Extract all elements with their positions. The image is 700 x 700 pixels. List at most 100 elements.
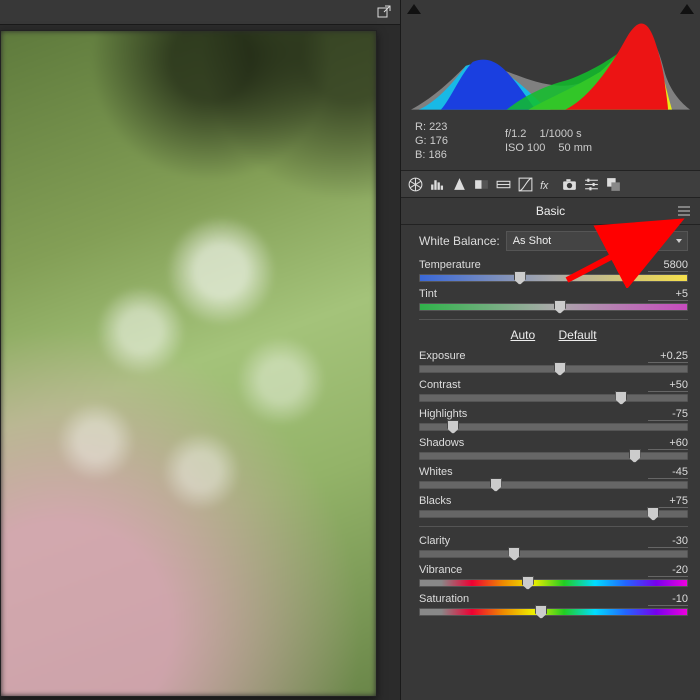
image-preview[interactable] <box>1 31 376 696</box>
app-root: R: 223 G: 176 B: 186 f/1.2 1/1000 s ISO … <box>0 0 700 700</box>
b-label: B: <box>415 149 425 161</box>
default-button[interactable]: Default <box>559 328 597 342</box>
temperature-value[interactable]: 5800 <box>648 259 688 272</box>
panel-menu-icon[interactable] <box>678 205 690 215</box>
saturation-label: Saturation <box>419 593 469 606</box>
shadows-label: Shadows <box>419 437 464 450</box>
g-label: G: <box>415 135 427 147</box>
contrast-track[interactable] <box>419 394 688 402</box>
highlights-handle[interactable] <box>447 420 459 434</box>
divider <box>419 319 688 320</box>
temperature-handle[interactable] <box>514 271 526 285</box>
aperture-value: f/1.2 <box>505 128 526 140</box>
shadows-value[interactable]: +60 <box>648 437 688 450</box>
basic-panel-title[interactable]: Basic <box>401 198 700 225</box>
aperture-icon[interactable] <box>407 176 424 193</box>
saturation-value[interactable]: -10 <box>648 593 688 606</box>
iso-value: ISO 100 <box>505 142 545 154</box>
divider <box>419 526 688 527</box>
preview-topbar <box>0 0 400 25</box>
r-label: R: <box>415 121 426 133</box>
vibrance-value[interactable]: -20 <box>648 564 688 577</box>
vibrance-label: Vibrance <box>419 564 462 577</box>
white-balance-select[interactable]: As Shot <box>506 231 688 251</box>
blacks-label: Blacks <box>419 495 451 508</box>
contrast-handle[interactable] <box>615 391 627 405</box>
whites-label: Whites <box>419 466 453 479</box>
lut-icon[interactable] <box>495 176 512 193</box>
tonecurve-icon[interactable] <box>517 176 534 193</box>
highlights-value[interactable]: -75 <box>648 408 688 421</box>
camera-icon[interactable] <box>561 176 578 193</box>
highlight-clip-indicator[interactable] <box>680 4 694 14</box>
tint-handle[interactable] <box>554 300 566 314</box>
inspector: R: 223 G: 176 B: 186 f/1.2 1/1000 s ISO … <box>400 0 700 700</box>
shutter-value: 1/1000 s <box>539 128 581 140</box>
exposure-track[interactable] <box>419 365 688 373</box>
shadows-slider: Shadows +60 <box>419 437 688 460</box>
whites-track[interactable] <box>419 481 688 489</box>
basic-panel-body: White Balance: As Shot Temperature 5800 … <box>401 225 700 624</box>
vibrance-track[interactable] <box>419 579 688 587</box>
contrast-value[interactable]: +50 <box>648 379 688 392</box>
auto-default-row: Auto Default <box>419 328 688 342</box>
vibrance-slider: Vibrance -20 <box>419 564 688 587</box>
saturation-slider: Saturation -10 <box>419 593 688 616</box>
clarity-slider: Clarity -30 <box>419 535 688 558</box>
histogram-panel <box>401 0 700 116</box>
white-balance-row: White Balance: As Shot <box>419 231 688 251</box>
r-value: 223 <box>429 121 447 133</box>
info-readout: R: 223 G: 176 B: 186 f/1.2 1/1000 s ISO … <box>401 116 700 171</box>
sharpen-icon[interactable] <box>451 176 468 193</box>
histogram-icon[interactable] <box>429 176 446 193</box>
shadows-handle[interactable] <box>629 449 641 463</box>
saturation-handle[interactable] <box>535 605 547 619</box>
exposure-handle[interactable] <box>554 362 566 376</box>
shadow-clip-indicator[interactable] <box>407 4 421 14</box>
temperature-slider: Temperature 5800 <box>419 259 688 282</box>
clarity-label: Clarity <box>419 535 450 548</box>
blacks-handle[interactable] <box>647 507 659 521</box>
contrast-slider: Contrast +50 <box>419 379 688 402</box>
vibrance-handle[interactable] <box>522 576 534 590</box>
export-icon[interactable] <box>376 4 392 20</box>
blacks-value[interactable]: +75 <box>648 495 688 508</box>
fx-icon[interactable]: fx <box>539 176 556 193</box>
toolstrip: fx <box>401 171 700 198</box>
histogram[interactable] <box>411 14 690 110</box>
whites-value[interactable]: -45 <box>648 466 688 479</box>
white-balance-value: As Shot <box>513 235 552 247</box>
exposure-slider: Exposure +0.25 <box>419 350 688 373</box>
tint-track[interactable] <box>419 303 688 311</box>
temperature-label: Temperature <box>419 259 481 272</box>
auto-button[interactable]: Auto <box>510 328 535 342</box>
g-value: 176 <box>430 135 448 147</box>
preview-pane <box>0 0 400 700</box>
b-value: 186 <box>428 149 446 161</box>
blacks-track[interactable] <box>419 510 688 518</box>
temperature-track[interactable] <box>419 274 688 282</box>
tint-slider: Tint +5 <box>419 288 688 311</box>
gradient-icon[interactable] <box>473 176 490 193</box>
tint-label: Tint <box>419 288 437 301</box>
white-balance-label: White Balance: <box>419 234 500 248</box>
clarity-track[interactable] <box>419 550 688 558</box>
image-frame <box>0 30 377 697</box>
contrast-label: Contrast <box>419 379 461 392</box>
saturation-track[interactable] <box>419 608 688 616</box>
sliders-icon[interactable] <box>583 176 600 193</box>
tint-value[interactable]: +5 <box>648 288 688 301</box>
overlap-icon[interactable] <box>605 176 622 193</box>
clarity-value[interactable]: -30 <box>648 535 688 548</box>
svg-text:fx: fx <box>540 179 549 191</box>
whites-handle[interactable] <box>490 478 502 492</box>
exposure-value[interactable]: +0.25 <box>648 350 688 363</box>
whites-slider: Whites -45 <box>419 466 688 489</box>
highlights-slider: Highlights-75 <box>419 408 688 431</box>
shadows-track[interactable] <box>419 452 688 460</box>
highlights-track[interactable] <box>419 423 688 431</box>
panel-title-label: Basic <box>536 204 565 218</box>
clarity-handle[interactable] <box>508 547 520 561</box>
blacks-slider: Blacks +75 <box>419 495 688 518</box>
exposure-label: Exposure <box>419 350 465 363</box>
